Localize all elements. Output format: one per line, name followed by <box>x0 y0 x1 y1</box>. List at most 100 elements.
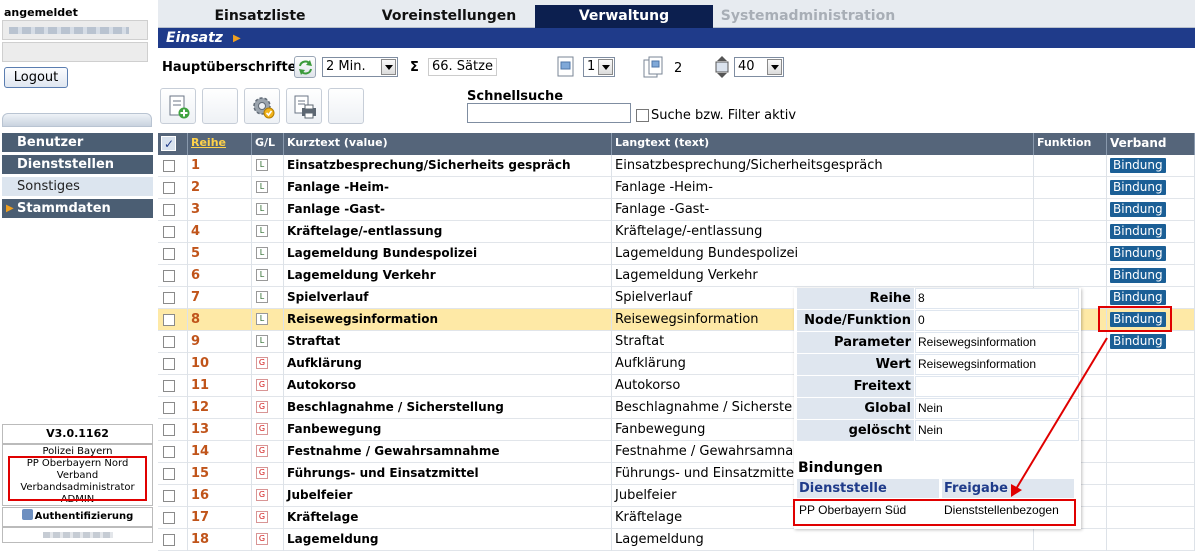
detail-key: Parameter <box>797 332 914 353</box>
row-checkbox[interactable] <box>163 490 175 502</box>
headers-label: Hauptüberschriften <box>162 60 306 75</box>
gl-cell: L <box>252 331 284 353</box>
verband-cell: Bindung <box>1107 331 1195 353</box>
row-checkbox[interactable] <box>163 424 175 436</box>
reihe-cell: 11 <box>188 375 252 397</box>
row-checkbox[interactable] <box>163 270 175 282</box>
row-checkbox[interactable] <box>163 182 175 194</box>
funktion-cell <box>1034 265 1107 287</box>
reihe-cell: 9 <box>188 331 252 353</box>
print-button[interactable] <box>286 88 322 124</box>
row-checkbox[interactable] <box>163 380 175 392</box>
table-row[interactable]: 5 L Lagemeldung Bundespolizei Lagemeldung B… <box>158 243 1195 265</box>
rows-per-page-select[interactable]: 40 <box>734 57 784 77</box>
row-checkbox[interactable] <box>163 512 175 524</box>
bindung-button[interactable]: Bindung <box>1110 268 1166 283</box>
table-row[interactable]: 6 L Lagemeldung Verkehr Lagemeldung Verkehr… <box>158 265 1195 287</box>
detail-row: gelöscht Nein <box>797 420 1080 442</box>
row-select-cell <box>158 353 188 375</box>
reihe-cell: 12 <box>188 397 252 419</box>
column-header-reihe[interactable]: Reihe <box>188 133 252 155</box>
reihe-cell: 1 <box>188 155 252 177</box>
tab-einsatzliste[interactable]: Einsatzliste <box>158 5 362 28</box>
bindung-button[interactable]: Bindung <box>1110 224 1166 239</box>
row-checkbox[interactable] <box>163 468 175 480</box>
bindung-button[interactable]: Bindung <box>1110 334 1166 349</box>
kurztext-cell: Lagemeldung Verkehr <box>284 265 612 287</box>
table-row[interactable]: 1 L Einsatzbesprechung/Sicherheits gespräc… <box>158 155 1195 177</box>
reihe-cell: 6 <box>188 265 252 287</box>
select-all-checkbox[interactable] <box>161 134 176 154</box>
quick-search-input[interactable] <box>467 103 631 123</box>
nav-item-stammdaten[interactable]: ▶ Stammdaten <box>2 199 153 218</box>
chevron-down-icon <box>598 59 613 75</box>
gl-cell: L <box>252 155 284 177</box>
page-count: 2 <box>674 61 683 76</box>
table-row[interactable]: 3 L Fanlage -Gast- Fanlage -Gast- Bindung <box>158 199 1195 221</box>
row-checkbox[interactable] <box>163 336 175 348</box>
record-count: 66. Sätze <box>428 58 497 76</box>
select-all-cell <box>158 133 188 155</box>
row-checkbox[interactable] <box>163 204 175 216</box>
gl-cell: G <box>252 441 284 463</box>
settings-button[interactable] <box>244 88 280 124</box>
row-select-cell <box>158 155 188 177</box>
row-checkbox[interactable] <box>163 248 175 260</box>
nav-item-sonstiges[interactable]: Sonstiges <box>2 177 153 196</box>
page-select[interactable]: 1 <box>583 57 615 77</box>
row-checkbox[interactable] <box>163 402 175 414</box>
annotation-highlight-box <box>1098 306 1172 332</box>
bindung-button[interactable]: Bindung <box>1110 202 1166 217</box>
table-row[interactable]: 2 L Fanlage -Heim- Fanlage -Heim- Bindung <box>158 177 1195 199</box>
nav-item-dienststellen[interactable]: Dienststellen <box>2 155 153 174</box>
authentication-link[interactable]: Authentifizierung <box>2 507 153 527</box>
empty-action-button[interactable] <box>202 88 238 124</box>
bindung-button[interactable]: Bindung <box>1110 180 1166 195</box>
langtext-cell: Lagemeldung <box>612 529 1034 551</box>
gl-flag-icon: L <box>256 335 268 347</box>
logout-button[interactable]: Logout <box>4 67 68 88</box>
row-checkbox[interactable] <box>163 446 175 458</box>
add-entry-button[interactable] <box>160 88 196 124</box>
row-checkbox[interactable] <box>163 160 175 172</box>
tab-verwaltung[interactable]: Verwaltung <box>535 5 713 28</box>
refresh-button[interactable] <box>294 56 316 78</box>
tab-voreinstellungen[interactable]: Voreinstellungen <box>362 5 536 28</box>
column-header-kurztext[interactable]: Kurztext (value) <box>284 133 612 155</box>
nav-item-benutzer[interactable]: Benutzer <box>2 133 153 152</box>
empty-action-button[interactable] <box>328 88 364 124</box>
user-detail-field <box>2 42 148 62</box>
column-header-verband[interactable]: Verband <box>1107 133 1195 155</box>
gl-cell: G <box>252 419 284 441</box>
refresh-interval-select[interactable]: 2 Min. <box>322 57 398 77</box>
table-row[interactable]: 18 G Lagemeldung Lagemeldung <box>158 529 1195 551</box>
gl-cell: G <box>252 463 284 485</box>
bindung-button[interactable]: Bindung <box>1110 158 1166 173</box>
reihe-cell: 2 <box>188 177 252 199</box>
gl-flag-icon: L <box>256 159 268 171</box>
row-select-cell <box>158 441 188 463</box>
column-header-langtext[interactable]: Langtext (text) <box>612 133 1034 155</box>
column-header-gl[interactable]: G/L <box>252 133 284 155</box>
main-tabs: Einsatzliste Voreinstellungen Verwaltung… <box>158 0 1195 28</box>
action-toolbar: Schnellsuche Suche bzw. Filter aktiv <box>158 85 1195 127</box>
table-row[interactable]: 4 L Kräftelage/-entlassung Kräftelage/-entl… <box>158 221 1195 243</box>
gl-flag-icon: G <box>256 423 268 435</box>
verband-cell <box>1107 397 1195 419</box>
column-header-funktion[interactable]: Funktion <box>1034 133 1107 155</box>
filter-active-checkbox[interactable] <box>636 109 649 122</box>
gl-cell: L <box>252 309 284 331</box>
row-checkbox[interactable] <box>163 226 175 238</box>
version-label: V3.0.1162 <box>2 424 153 444</box>
row-checkbox[interactable] <box>163 534 175 546</box>
section-title-bar: Einsatz ▶ <box>158 28 1195 48</box>
row-checkbox[interactable] <box>163 292 175 304</box>
detail-value: 8 <box>915 288 1079 309</box>
bindung-button[interactable]: Bindung <box>1110 246 1166 261</box>
row-checkbox[interactable] <box>163 314 175 326</box>
row-checkbox[interactable] <box>163 358 175 370</box>
gl-flag-icon: G <box>256 401 268 413</box>
bindung-button[interactable]: Bindung <box>1110 290 1166 305</box>
row-height-icon <box>715 56 729 78</box>
kurztext-cell: Aufklärung <box>284 353 612 375</box>
